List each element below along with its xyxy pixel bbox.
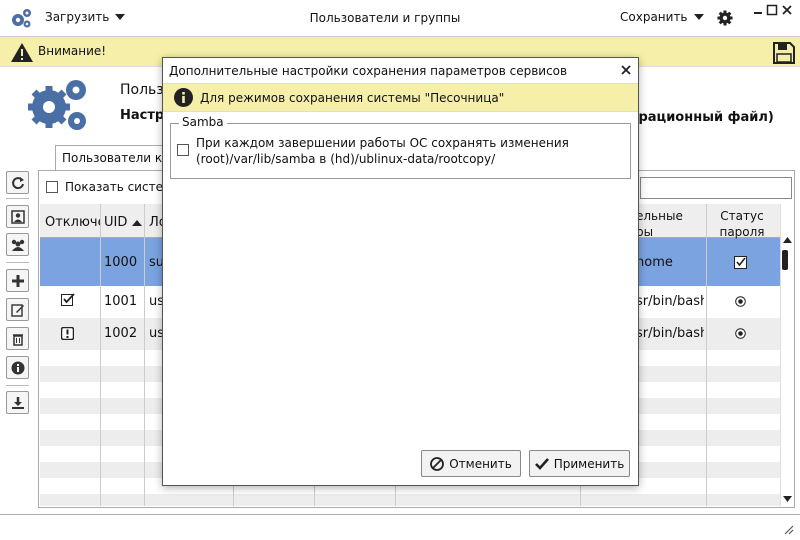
samba-save-label-line1: При каждом завершении работы ОС сохранят… — [196, 136, 569, 150]
col-header-uid-label: UID — [104, 215, 128, 230]
edit-icon — [10, 303, 25, 317]
download-button[interactable] — [6, 391, 29, 414]
checkbox-box[interactable] — [46, 181, 58, 193]
groups-button[interactable] — [6, 233, 29, 256]
col-header-disabled[interactable]: Отключен — [45, 215, 100, 230]
load-menu[interactable]: Загрузить — [45, 10, 126, 24]
user-card-button[interactable] — [6, 205, 29, 228]
load-menu-label: Загрузить — [45, 10, 110, 24]
filter-input[interactable] — [640, 177, 792, 199]
col-header-shell[interactable]: ельные ры — [636, 208, 704, 240]
gear-icon[interactable] — [717, 10, 733, 26]
maximize-icon[interactable] — [766, 4, 778, 16]
plus-icon — [11, 274, 25, 288]
save-menu[interactable]: Сохранить — [620, 10, 704, 24]
column-divider — [100, 204, 101, 506]
cancel-button[interactable]: Отменить — [421, 450, 521, 477]
samba-save-checkbox[interactable] — [177, 144, 189, 159]
checkbox-checked-icon[interactable] — [734, 256, 747, 269]
toolbar-divider — [6, 262, 29, 263]
info-text: Для режимов сохранения системы "Песочниц… — [200, 91, 505, 105]
checkmark-icon — [534, 457, 549, 470]
toolbar-divider — [6, 385, 29, 386]
refresh-button[interactable] — [6, 171, 29, 194]
info-button[interactable] — [6, 356, 29, 379]
radio-selected-icon[interactable] — [735, 328, 746, 339]
chevron-up-icon[interactable] — [783, 237, 792, 243]
window-title: Пользователи и группы — [309, 11, 461, 25]
sort-ascending-icon — [131, 219, 142, 226]
cell-shell: sr/bin/bash — [636, 294, 704, 309]
cell-uid: 1000 — [104, 255, 138, 270]
show-system-label: Показать систем — [65, 180, 172, 194]
samba-save-label-line2: (root)/var/lib/samba в (hd)/ublinux-data… — [196, 152, 496, 166]
page-title: Польз — [120, 82, 164, 98]
user-card-icon — [10, 209, 25, 224]
big-gears-icon — [27, 77, 93, 135]
chevron-down-icon[interactable] — [783, 496, 792, 502]
col-header-password-status[interactable]: Статус пароля — [712, 208, 772, 240]
column-divider — [706, 204, 707, 506]
app-gears-icon — [9, 7, 33, 29]
cancel-label: Отменить — [449, 456, 512, 471]
cell-uid: 1001 — [104, 294, 138, 309]
samba-save-label[interactable]: При каждом завершении работы ОС сохранят… — [196, 135, 569, 167]
refresh-icon — [11, 176, 25, 190]
delete-button[interactable] — [6, 327, 29, 350]
samba-legend: Samba — [179, 115, 227, 129]
service-settings-dialog: Дополнительные настройки сохранения пара… — [162, 57, 639, 486]
cell-shell: sr/bin/bash — [636, 326, 704, 341]
dialog-title: Дополнительные настройки сохранения пара… — [169, 64, 568, 78]
checkbox-checked-icon[interactable] — [61, 293, 75, 306]
info-icon — [174, 88, 193, 107]
chevron-down-icon — [693, 14, 704, 20]
toolbar-divider — [6, 198, 29, 199]
status-bar — [0, 514, 800, 540]
page-subtitle: Настр — [120, 108, 165, 123]
users-icon — [10, 238, 26, 252]
save-menu-label: Сохранить — [620, 10, 688, 24]
apply-button[interactable]: Применить — [529, 450, 630, 477]
apply-label: Применить — [553, 456, 625, 471]
cancel-icon — [430, 456, 445, 471]
edit-button[interactable] — [6, 298, 29, 321]
table-row[interactable] — [40, 494, 780, 506]
close-icon[interactable] — [619, 63, 633, 77]
download-icon — [11, 396, 25, 410]
scrollbar-thumb[interactable] — [782, 250, 788, 270]
resize-grip-icon[interactable] — [784, 525, 794, 535]
trash-icon — [11, 332, 25, 346]
close-icon[interactable] — [781, 4, 793, 16]
info-icon — [11, 361, 25, 375]
floppy-disk-icon[interactable] — [773, 42, 795, 64]
page-subtitle-right: урационный файл) — [630, 110, 774, 125]
tab-users[interactable]: Пользователи ком — [55, 145, 175, 170]
warning-icon — [11, 43, 33, 62]
cell-shell: home — [636, 255, 673, 270]
show-system-checkbox[interactable]: Показать систем — [46, 180, 172, 194]
exclamation-icon[interactable] — [61, 327, 74, 340]
col-header-uid[interactable]: UID — [104, 215, 142, 230]
chevron-down-icon — [115, 14, 126, 20]
checkbox-box[interactable] — [177, 144, 189, 156]
minimize-icon[interactable] — [752, 4, 764, 16]
warning-text: Внимание! — [38, 44, 107, 58]
cell-uid: 1002 — [104, 326, 138, 341]
add-button[interactable] — [6, 269, 29, 292]
radio-selected-icon[interactable] — [735, 296, 746, 307]
column-divider — [144, 204, 145, 506]
